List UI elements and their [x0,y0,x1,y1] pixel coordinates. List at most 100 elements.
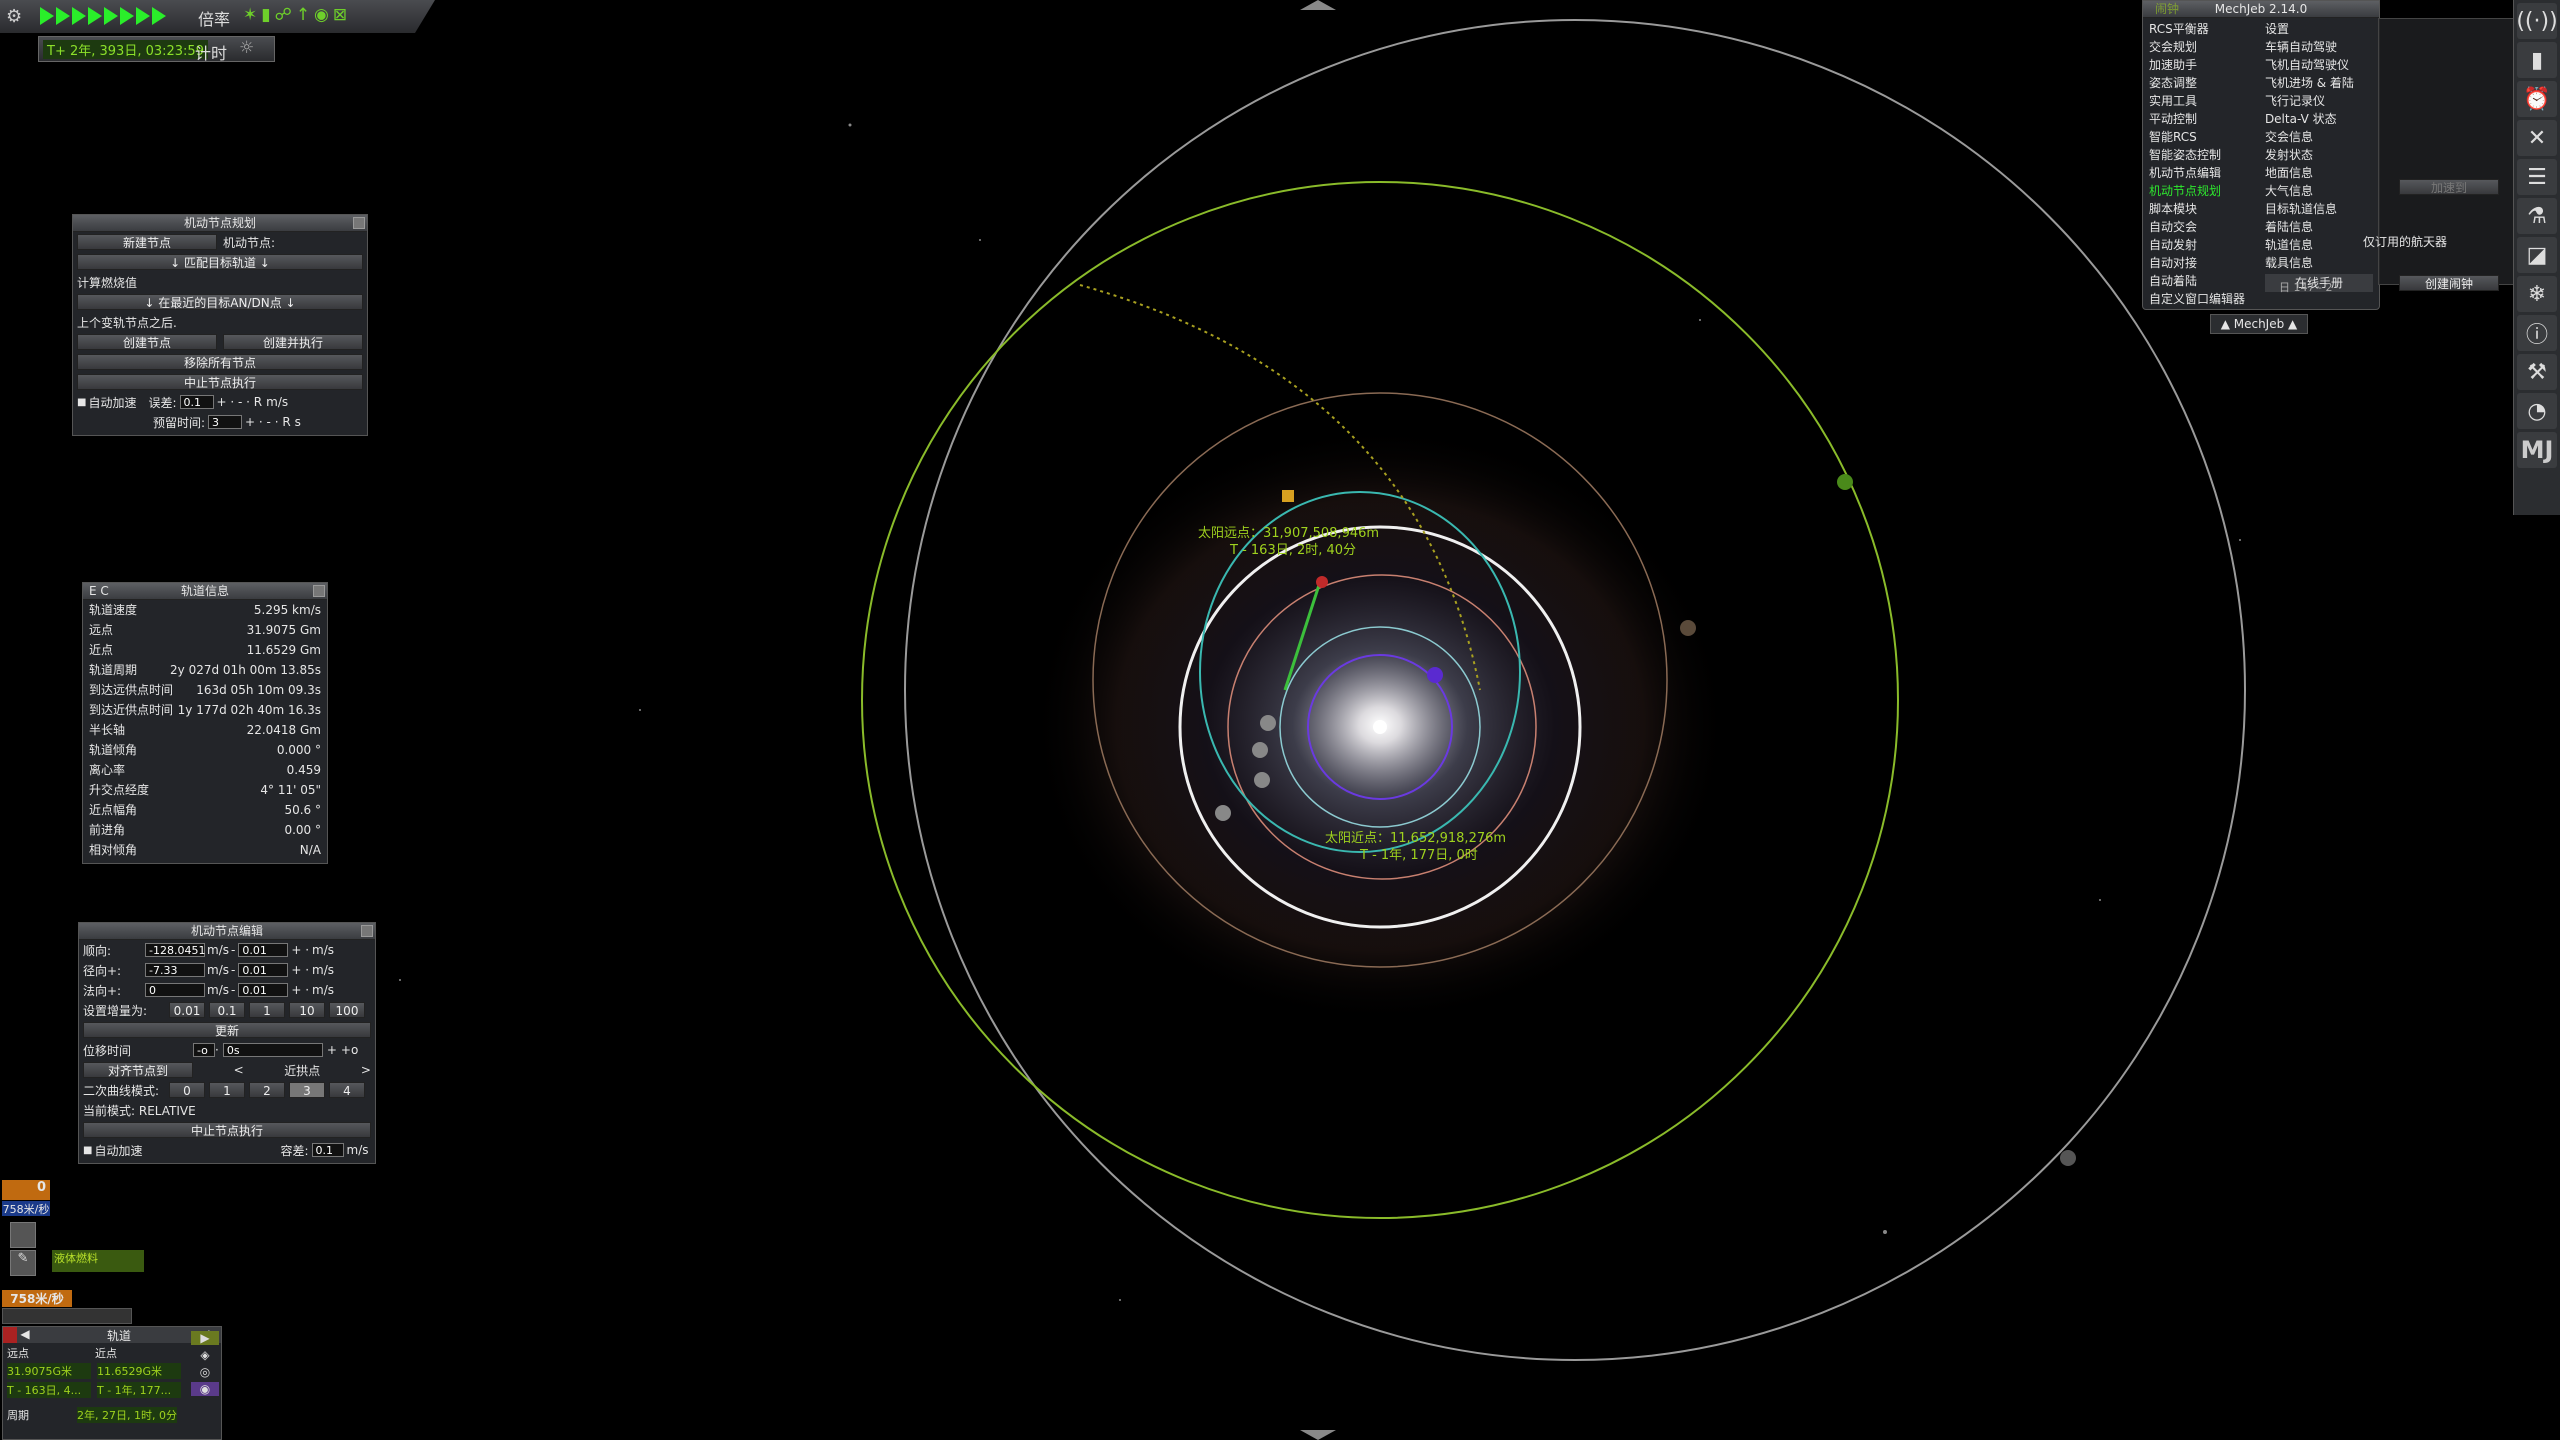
vessel-icon[interactable] [1282,490,1294,502]
staging-controls[interactable] [2,1308,132,1324]
planet-green[interactable] [1837,474,1853,490]
nearest-an-dn-button[interactable]: ↓ 在最近的目标AN/DN点 ↓ [77,294,363,310]
increment-button[interactable]: 0.1 [209,1002,245,1018]
wrench-icon[interactable]: ⚒ [2517,354,2557,390]
mechjeb-menu-item[interactable]: 机动节点规划 [2149,182,2265,200]
unknown-object-3[interactable] [1215,805,1231,821]
mechjeb-menu-item[interactable]: 载具信息 [2265,254,2373,272]
mechjeb-menu-item[interactable]: 飞机进场 & 着陆 [2265,74,2373,92]
gear-icon[interactable]: ⚙ [6,6,22,27]
conic-mode-button[interactable]: 3 [289,1082,325,1098]
warp-arrows[interactable] [40,7,168,29]
notes-icon[interactable]: ☰ [2517,159,2557,195]
stage-icon-1[interactable] [10,1222,36,1248]
unknown-object-2[interactable] [1254,772,1270,788]
normal-input[interactable]: 0 [145,983,205,997]
conic-mode-button[interactable]: 4 [329,1082,365,1098]
planet-gray[interactable] [2060,1150,2076,1166]
conic-mode-button[interactable]: 2 [249,1082,285,1098]
mechjeb-menu-item[interactable]: 飞机自动驾驶仪 [2265,56,2373,74]
radial-step-input[interactable]: 0.01 [238,963,289,977]
mechjeb-menu-item[interactable]: 实用工具 [2149,92,2265,110]
planet-purple[interactable] [1427,667,1443,683]
create-node-button[interactable]: 创建节点 [77,334,217,350]
new-node-button[interactable]: 新建节点 [77,234,217,250]
info-icon[interactable]: ⓘ [2517,315,2557,351]
close-icon[interactable] [3,1327,17,1343]
shift-minus-button[interactable]: -o [193,1043,215,1057]
update-button[interactable]: 更新 [83,1022,371,1038]
mechjeb-menu-item[interactable]: 发射状态 [2265,146,2373,164]
orbit-info-header-left[interactable]: E C [89,583,109,599]
mechjeb-menu-item[interactable]: 智能RCS [2149,128,2265,146]
periapsis-label[interactable]: 太阳近点：11,652,918,276m [1325,831,1506,846]
mechjeb-title[interactable]: 闹钟 MechJeb 2.14.0 [2143,1,2379,18]
warp-to-button[interactable]: 加速到 [2399,179,2499,195]
unknown-object-4[interactable] [1260,715,1276,731]
abort-node-exec-button[interactable]: 中止节点执行 [83,1122,371,1138]
node-planner-title[interactable]: 机动节点规划 [73,215,367,232]
sun[interactable] [1373,720,1387,734]
stage-icon-2[interactable]: ✎ [10,1250,36,1276]
mechjeb-menu-item[interactable]: 着陆信息 [2265,218,2373,236]
increment-button[interactable]: 10 [289,1002,325,1018]
tab-prev-icon[interactable]: ◀ [17,1327,33,1343]
orbit-tab[interactable]: 轨道 [33,1327,205,1343]
bottom-handle-icon[interactable] [1300,1430,1336,1440]
create-exec-button[interactable]: 创建并执行 [223,334,363,350]
mechjeb-menu-item[interactable]: 大气信息 [2265,182,2373,200]
conic-mode-button[interactable]: 1 [209,1082,245,1098]
mechjeb-menu-item[interactable]: 自动发射 [2149,236,2265,254]
mechjeb-menu-item[interactable]: 地面信息 [2265,164,2373,182]
mj-logo-icon[interactable]: MJ [2517,432,2557,468]
mechjeb-menu-item[interactable]: 轨道信息 [2265,236,2373,254]
mechjeb-icon[interactable]: ◪ [2517,237,2557,273]
lead-time-input[interactable]: 3 [208,415,243,429]
gauge-icon[interactable]: ◔ [2517,393,2557,429]
top-handle-icon[interactable] [1300,0,1336,10]
shift-plus-button[interactable]: +o [341,1043,358,1057]
mechjeb-menu-item[interactable]: 车辆自动驾驶 [2265,38,2373,56]
increment-button[interactable]: 1 [249,1002,285,1018]
radial-input[interactable]: -7.33 [145,963,205,977]
mechjeb-menu-item[interactable]: 目标轨道信息 [2265,200,2373,218]
close-icon[interactable] [361,925,373,937]
close-icon[interactable] [353,217,365,229]
signal-icon[interactable]: ((·)) [2516,3,2558,39]
mechjeb-menu-item[interactable]: 平动控制 [2149,110,2265,128]
create-alarm-button[interactable]: 创建闹钟 [2399,275,2499,291]
auto-warp-checkbox[interactable]: ■ [77,397,86,408]
planet-red[interactable] [1316,576,1328,588]
snowflake-icon[interactable]: ❄ [2517,276,2557,312]
auto-warp-checkbox[interactable]: ■ [83,1145,92,1156]
mechjeb-menu-item[interactable]: 姿态调整 [2149,74,2265,92]
snap-next-icon[interactable]: > [361,1063,371,1077]
snap-node-button[interactable]: 对齐节点到 [83,1062,193,1078]
prograde-step-input[interactable]: 0.01 [238,943,289,957]
prograde-input[interactable]: -128.0451 [145,943,205,957]
mechjeb-menu-item[interactable]: RCS平衡器 [2149,20,2265,38]
alarm-clock-icon[interactable]: ⏰ [2517,81,2557,117]
tolerance-input[interactable]: 0.1 [311,1143,344,1157]
mechjeb-menu-item[interactable]: 智能姿态控制 [2149,146,2265,164]
science-icon[interactable]: ⚗ [2517,198,2557,234]
mechjeb-menu-item[interactable]: 飞行记录仪 [2265,92,2373,110]
conic-mode-button[interactable]: 0 [169,1082,205,1098]
remove-all-nodes-button[interactable]: 移除所有节点 [77,354,363,370]
normal-step-input[interactable]: 0.01 [238,983,289,997]
mechjeb-menu-item[interactable]: 脚本模块 [2149,200,2265,218]
mechjeb-menu-item[interactable]: 交会规划 [2149,38,2265,56]
increment-button[interactable]: 100 [329,1002,365,1018]
increment-button[interactable]: 0.01 [169,1002,205,1018]
mechjeb-menu-item[interactable]: 机动节点编辑 [2149,164,2265,182]
unknown-object-1[interactable] [1252,742,1268,758]
mechjeb-menu-item[interactable]: 设置 [2265,20,2373,38]
mechjeb-tab[interactable]: ▲ MechJeb ▲ [2210,314,2308,334]
readout-side-icons[interactable]: ▶ ◈ ◎ ◉ [191,1331,219,1396]
mechjeb-menu-item[interactable]: 自动交会 [2149,218,2265,236]
tolerance-input[interactable]: 0.1 [179,395,214,409]
apoapsis-label[interactable]: 太阳远点：31,907,508,946m [1198,526,1379,541]
tools-icon[interactable]: ✕ [2517,120,2557,156]
snap-prev-icon[interactable]: < [234,1063,244,1077]
orbit-info-title[interactable]: E C 轨道信息 [83,583,327,600]
